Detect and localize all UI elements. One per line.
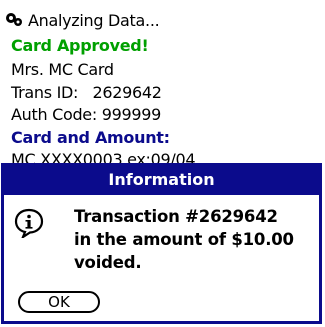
title-row: Analyzing Data...: [4, 8, 160, 32]
message-line-3: voided.: [74, 253, 142, 272]
app-title: Analyzing Data...: [28, 10, 160, 30]
auth-code: Auth Code: 999999: [11, 105, 162, 124]
trans-id: Trans ID: 2629642: [11, 83, 162, 102]
dialog-title: Information: [4, 163, 319, 195]
ok-button[interactable]: OK: [18, 291, 100, 313]
card-amount-heading: Card and Amount:: [11, 128, 170, 147]
message-line-2: in the amount of $10.00: [74, 230, 294, 249]
cardholder-name: Mrs. MC Card: [11, 60, 114, 79]
screen: Analyzing Data... Card Approved! Mrs. MC…: [0, 0, 325, 327]
info-icon: [14, 208, 44, 238]
approved-status: Card Approved!: [11, 36, 149, 55]
message-line-1: Transaction #2629642: [74, 207, 278, 226]
dialog-message: Transaction #2629642 in the amount of $1…: [74, 205, 319, 274]
information-dialog: Information Transaction #2629642 in the …: [1, 163, 322, 324]
app-icon: [6, 13, 22, 26]
